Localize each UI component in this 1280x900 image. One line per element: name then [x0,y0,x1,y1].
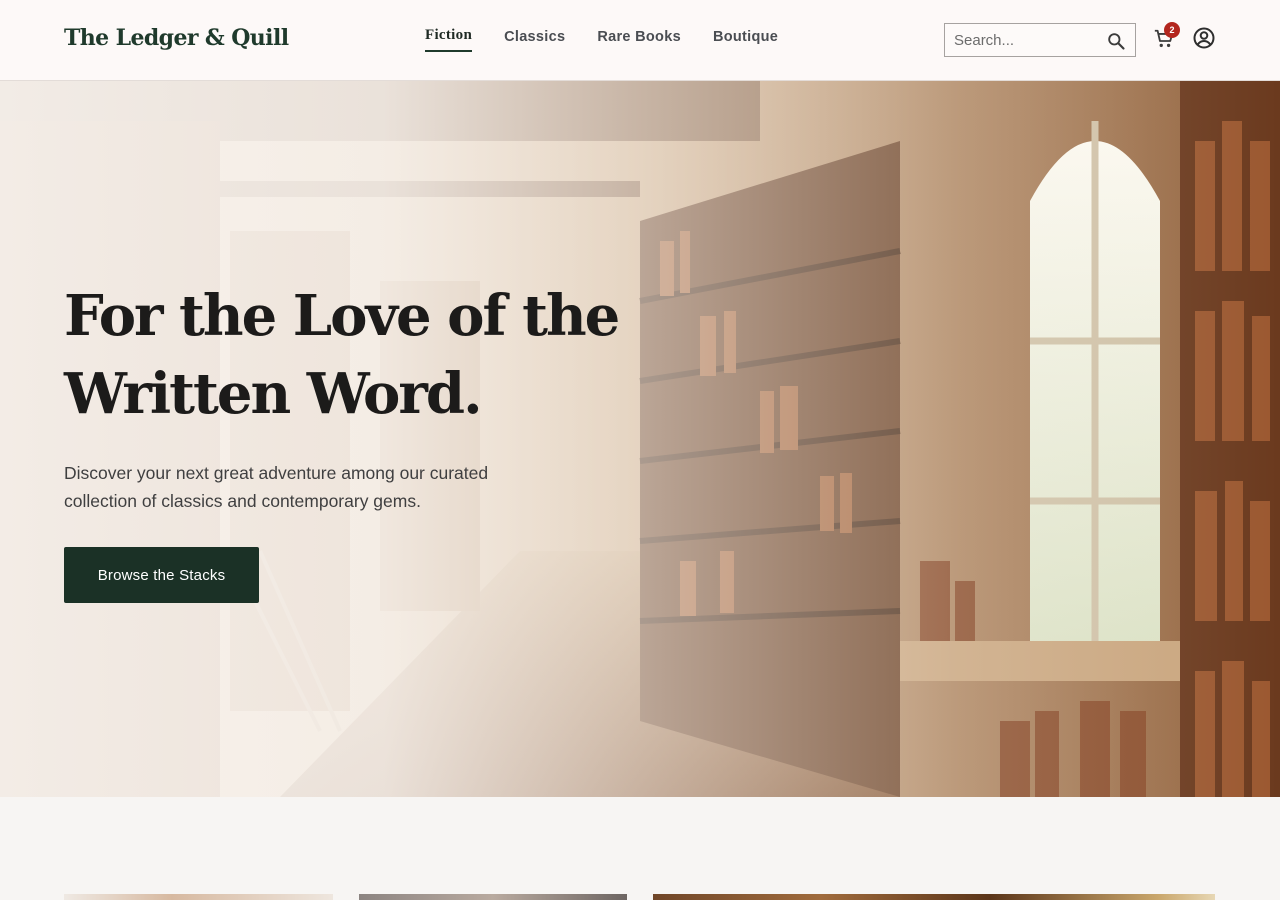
account-icon[interactable] [1192,26,1216,50]
featured-card[interactable] [653,894,1215,900]
nav-item-classics[interactable]: Classics [504,29,565,52]
hero-section: For the Love of the Written Word. Discov… [0,81,1280,797]
site-logo[interactable]: The Ledger & Quill [64,25,289,51]
site-header: The Ledger & Quill Fiction Classics Rare… [0,0,1280,81]
search-icon[interactable] [1106,31,1126,51]
featured-cards [0,797,1280,900]
featured-card[interactable] [64,894,333,900]
main-nav: Fiction Classics Rare Books Boutique [425,27,810,52]
search-input[interactable] [945,24,1105,56]
hero-subtitle: Discover your next great adventure among… [64,463,489,511]
hero-overlay [0,81,1280,797]
featured-card[interactable] [359,894,627,900]
cart-count-badge: 2 [1164,22,1180,38]
search-box [944,23,1136,57]
browse-the-stacks-button[interactable]: Browse the Stacks [64,547,259,603]
nav-item-rare-books[interactable]: Rare Books [597,29,681,52]
nav-item-fiction[interactable]: Fiction [425,27,473,52]
nav-item-boutique[interactable]: Boutique [713,29,778,52]
hero-title: For the Love of the Written Word. [64,283,620,427]
